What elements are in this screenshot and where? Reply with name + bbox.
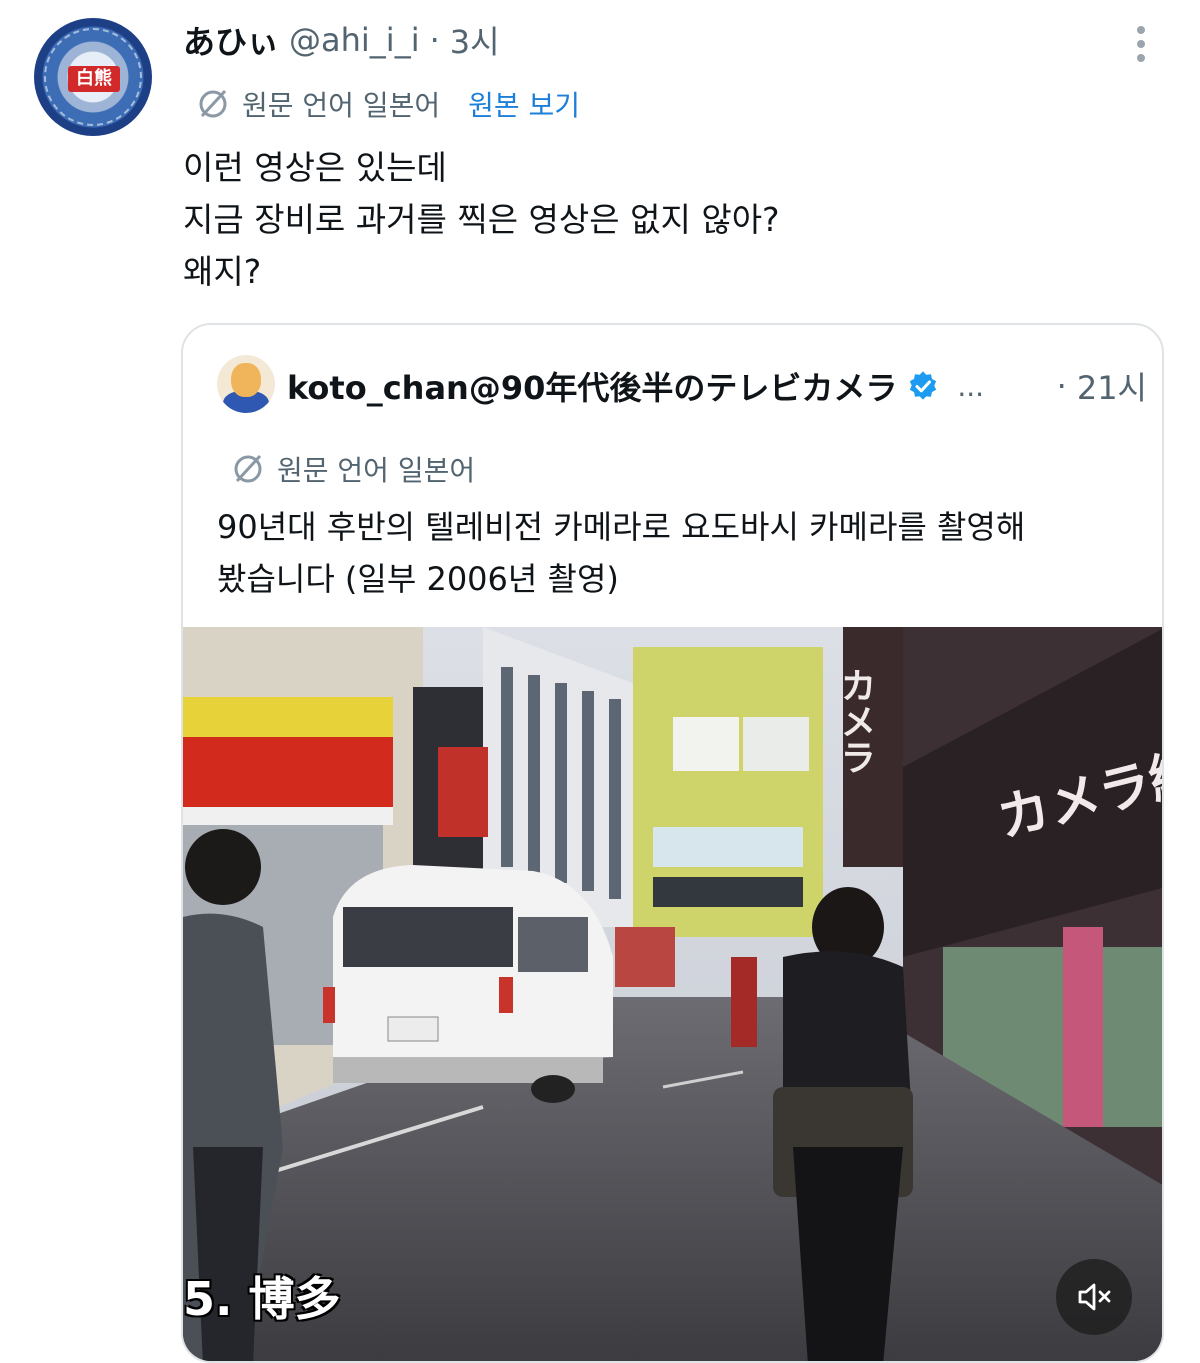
post-header: あひぃ @ahi_i_i · 3시 (183, 18, 500, 62)
post-timestamp[interactable]: 3시 (450, 17, 500, 63)
author-avatar[interactable]: 白熊 (34, 18, 152, 136)
post-text-line: 지금 장비로 과거를 찍은 영상은 없지 않아? (183, 200, 780, 239)
show-original-link[interactable]: 원본 보기 (468, 84, 580, 124)
author-handle[interactable]: @ahi_i_i (289, 21, 420, 59)
mute-toggle-button[interactable] (1056, 1259, 1132, 1335)
quoted-author-avatar[interactable] (217, 355, 275, 413)
separator-dot: · (1056, 367, 1067, 405)
quoted-text-line: 90년대 후반의 텔레비전 카메라로 요도바시 카메라를 촬영해 (217, 508, 1026, 546)
translation-notice: 원문 언어 일본어 원본 보기 (196, 84, 580, 124)
quoted-post-header: koto_chan@90年代後半のテレビカメラ ... · 21시 (287, 361, 1147, 411)
source-language-label: 원문 언어 일본어 (242, 89, 441, 122)
translate-icon (199, 89, 227, 118)
post-text-line: 이런 영상은 있는데 (183, 148, 447, 187)
verified-badge-icon (910, 371, 937, 400)
white-van (323, 865, 613, 1103)
translate-icon (234, 454, 262, 483)
post-text-line: 왜지? (183, 252, 262, 291)
more-options-icon[interactable] (1126, 22, 1156, 66)
name-truncation-ellipsis: ... (957, 369, 985, 403)
quoted-translation-notice: 원문 언어 일본어 (231, 449, 475, 489)
source-language-label: 원문 언어 일본어 (277, 454, 476, 487)
video-player[interactable]: カメラ総 カメラ 5. 博多 (183, 627, 1162, 1361)
quoted-text-line: 봤습니다 (일부 2006년 촬영) (217, 560, 619, 598)
quoted-author-display-name[interactable]: koto_chan@90年代後半のテレビカメラ (287, 363, 897, 409)
volume-muted-icon (1078, 1283, 1111, 1311)
author-display-name[interactable]: あひぃ (183, 17, 279, 63)
quoted-post-timestamp[interactable]: 21시 (1077, 363, 1147, 409)
post-text: 이런 영상은 있는데 지금 장비로 과거를 찍은 영상은 없지 않아? 왜지? (183, 142, 780, 298)
separator-dot: · (429, 21, 440, 59)
quoted-post-text: 90년대 후반의 텔레비전 카메라로 요도바시 카메라를 촬영해 봤습니다 (일… (217, 501, 1025, 605)
video-frame: カメラ総 カメラ (183, 627, 1162, 1361)
avatar-badge: 白熊 (68, 66, 120, 92)
vertical-sign-text: カメラ (835, 667, 876, 775)
quoted-post-card[interactable]: koto_chan@90年代後半のテレビカメラ ... · 21시 원문 언어 … (181, 323, 1164, 1363)
avatar-face-shape (231, 363, 261, 397)
video-caption: 5. 博多 (183, 1272, 341, 1326)
